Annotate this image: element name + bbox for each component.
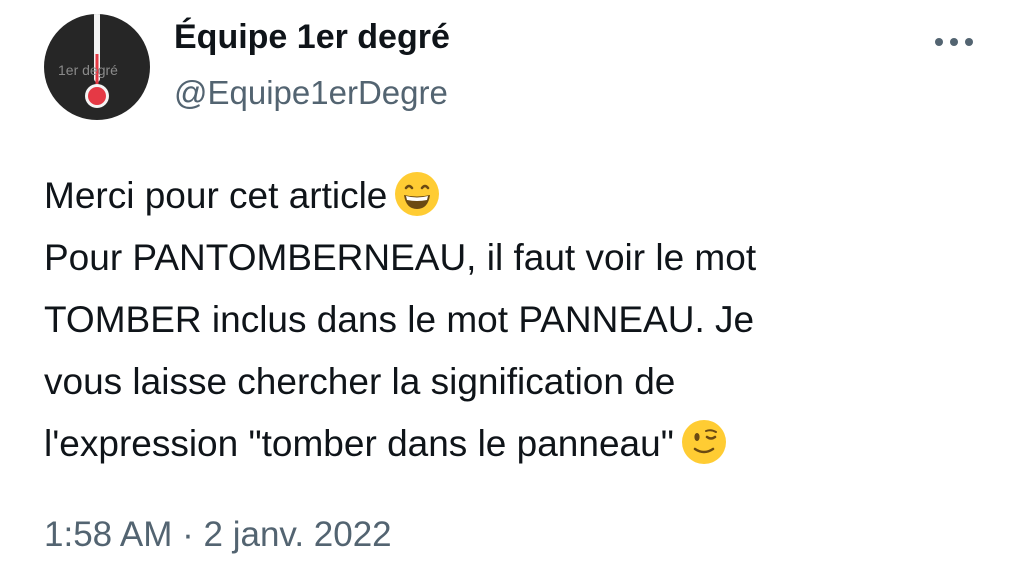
avatar[interactable]: 1er degré: [44, 14, 150, 120]
tweet-line: Merci pour cet article: [44, 165, 974, 227]
grinning-face-emoji-icon: [395, 172, 440, 216]
more-options-icon[interactable]: [933, 30, 975, 54]
avatar-label: 1er degré: [58, 62, 118, 78]
tweet-line: vous laisse chercher la signification de: [44, 361, 676, 402]
tweet-text: Merci pour cet article Pour PANTOMBERNEA…: [44, 165, 974, 475]
tweet-line: Pour PANTOMBERNEAU, il faut voir le mot: [44, 237, 757, 278]
tweet-line-text: Merci pour cet article: [44, 175, 388, 216]
author-handle[interactable]: @Equipe1erDegre: [174, 74, 448, 112]
tweet-line-text: l'expression "tomber dans le panneau": [44, 423, 674, 464]
author-display-name[interactable]: Équipe 1er degré: [174, 18, 450, 57]
tweet-line: TOMBER inclus dans le mot PANNEAU. Je: [44, 299, 755, 340]
tweet-card: 1er degré Équipe 1er degré @Equipe1erDeg…: [0, 0, 1024, 577]
tweet-timestamp[interactable]: 1:58 AM · 2 janv. 2022: [44, 515, 392, 555]
winking-face-emoji-icon: [681, 420, 726, 464]
tweet-line: l'expression "tomber dans le panneau": [44, 413, 974, 475]
